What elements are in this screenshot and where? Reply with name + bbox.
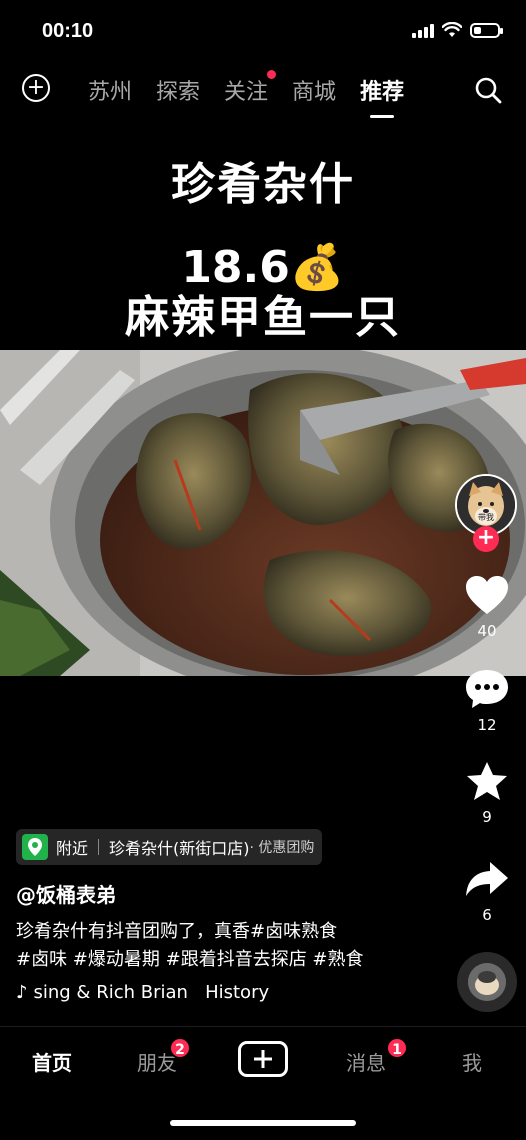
tab-mall[interactable]: 商城 bbox=[292, 74, 336, 106]
location-tag: · 优惠团购 bbox=[249, 840, 315, 856]
like-count: 40 bbox=[477, 622, 497, 640]
location-pin-icon bbox=[22, 834, 48, 860]
wifi-icon bbox=[442, 22, 462, 37]
favorite-button[interactable]: 9 bbox=[458, 760, 516, 826]
food-image bbox=[0, 350, 526, 676]
search-icon[interactable] bbox=[474, 76, 502, 104]
location-chip[interactable]: 附近 珍肴杂什(新街口店) · 优惠团购 bbox=[16, 829, 323, 865]
tab-following[interactable]: 关注 bbox=[224, 70, 277, 106]
heart-icon bbox=[466, 576, 508, 614]
like-button[interactable]: 40 bbox=[458, 574, 516, 640]
status-icons bbox=[412, 22, 503, 38]
comment-icon bbox=[466, 670, 508, 708]
comment-count: 12 bbox=[477, 716, 497, 734]
top-nav-tabs: 苏州 探索 关注 商城 推荐 bbox=[88, 70, 404, 118]
tab-home[interactable]: 首页 bbox=[32, 1047, 72, 1076]
plus-icon bbox=[254, 1050, 272, 1068]
location-place: 珍肴杂什(新街口店) bbox=[109, 839, 250, 858]
music-note-icon: ♪ bbox=[16, 982, 28, 1003]
music-row[interactable]: ♪ sing & Rich Brian History bbox=[16, 982, 286, 1003]
caption: 珍肴杂什有抖音团购了，真香#卤味熟食 #卤味 #爆动暑期 #跟着抖音去探店 #熟… bbox=[16, 918, 436, 974]
home-indicator bbox=[170, 1120, 356, 1126]
tab-me[interactable]: 我 bbox=[462, 1047, 482, 1076]
music-title: sing & Rich Brian History bbox=[33, 982, 270, 1003]
cellular-signal-icon bbox=[412, 22, 434, 38]
tab-following-label: 关注 bbox=[224, 80, 269, 105]
favorite-count: 9 bbox=[482, 808, 492, 826]
battery-icon bbox=[470, 22, 503, 38]
tab-friends[interactable]: 朋友 2 bbox=[137, 1037, 191, 1076]
follow-button[interactable]: + bbox=[473, 526, 499, 552]
tab-recommend[interactable]: 推荐 bbox=[360, 74, 404, 118]
share-count: 6 bbox=[482, 906, 492, 924]
tab-messages[interactable]: 消息 1 bbox=[346, 1037, 408, 1076]
share-button[interactable]: 6 bbox=[458, 860, 516, 924]
tab-suzhou[interactable]: 苏州 bbox=[88, 74, 132, 106]
create-button[interactable] bbox=[238, 1041, 288, 1077]
video-price: 18.6💰 bbox=[181, 242, 345, 293]
video-dish: 麻辣甲鱼一只 bbox=[125, 292, 401, 343]
status-time: 00:10 bbox=[42, 20, 94, 42]
share-arrow-icon bbox=[466, 862, 508, 896]
tab-explore[interactable]: 探索 bbox=[156, 74, 200, 106]
video-title: 珍肴杂什 bbox=[171, 159, 355, 210]
video-player[interactable] bbox=[0, 350, 526, 676]
caption-line-1: 珍肴杂什有抖音团购了，真香#卤味熟食 bbox=[16, 921, 338, 942]
notification-dot bbox=[267, 70, 277, 79]
music-disc[interactable] bbox=[457, 952, 517, 1012]
star-icon bbox=[467, 762, 507, 800]
battery-level bbox=[474, 26, 481, 34]
friends-badge: 2 bbox=[169, 1037, 191, 1059]
add-icon-button[interactable]: + bbox=[22, 74, 50, 102]
location-nearby: 附近 bbox=[56, 839, 89, 858]
location-divider bbox=[98, 839, 100, 855]
messages-badge: 1 bbox=[386, 1037, 408, 1059]
avatar-text: 带我 bbox=[478, 512, 494, 522]
caption-line-2[interactable]: #卤味 #爆动暑期 #跟着抖音去探店 #熟食 bbox=[16, 946, 436, 974]
author-avatar-wrap[interactable]: 带我 + bbox=[455, 474, 517, 552]
author-name[interactable]: @饭桶表弟 bbox=[16, 879, 116, 908]
comment-button[interactable]: 12 bbox=[458, 668, 516, 734]
tab-messages-label: 消息 bbox=[346, 1051, 386, 1075]
music-cover bbox=[468, 963, 506, 1001]
